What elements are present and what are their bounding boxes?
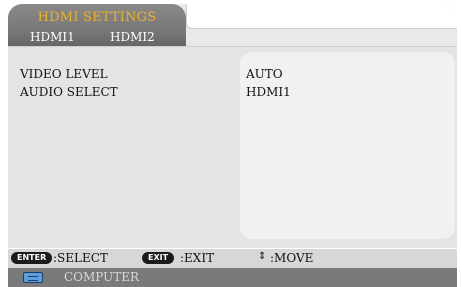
setting-value-audio-select[interactable]: HDMI1 <box>246 85 291 99</box>
status-bar: ENTER :SELECT EXIT :EXIT ⇕ :MOVE <box>8 249 457 268</box>
up-down-arrow-icon: ⇕ <box>258 251 267 262</box>
setting-label-video-level[interactable]: VIDEO LEVEL <box>20 67 108 81</box>
exit-hint: :EXIT <box>180 251 215 265</box>
source-bar: COMPUTER <box>8 268 457 287</box>
enter-key-badge: ENTER <box>11 252 53 264</box>
vga-connector-icon <box>23 272 43 283</box>
tab-hdmi-settings-label: HDMI SETTINGS <box>37 10 157 25</box>
select-hint: :SELECT <box>53 251 108 265</box>
subtab-hdmi1[interactable]: HDMI1 <box>30 30 75 44</box>
move-hint: :MOVE <box>270 251 314 265</box>
source-label: COMPUTER <box>64 270 140 284</box>
setting-label-audio-select[interactable]: AUDIO SELECT <box>20 85 118 99</box>
osd-menu: HDMI SETTINGS HDMI1 HDMI2 VIDEO LEVEL AU… <box>0 0 461 287</box>
setting-value-video-level[interactable]: AUTO <box>246 67 283 81</box>
subtab-bar: HDMI1 HDMI2 <box>8 28 186 46</box>
tab-strip-spacer <box>186 4 457 29</box>
subtab-hdmi2[interactable]: HDMI2 <box>110 30 155 44</box>
exit-key-badge: EXIT <box>142 252 175 264</box>
